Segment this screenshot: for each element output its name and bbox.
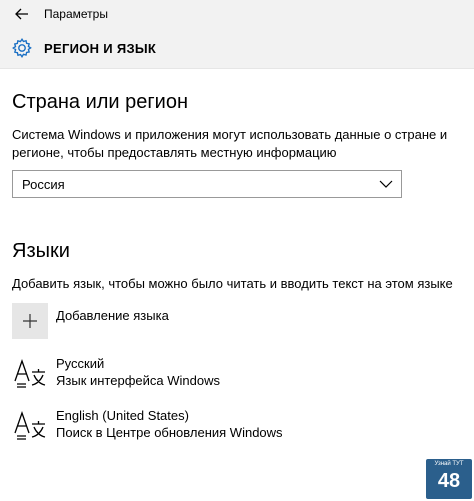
add-language-button[interactable]: Добавление языка [12,303,462,339]
country-select[interactable]: Россия [12,170,402,198]
language-status: Поиск в Центре обновления Windows [56,425,283,440]
language-item-russian[interactable]: Русский Язык интерфейса Windows [12,355,462,391]
languages-description: Добавить язык, чтобы можно было читать и… [12,276,453,291]
language-status: Язык интерфейса Windows [56,373,220,388]
language-name: Русский [56,356,105,371]
language-item-english[interactable]: English (United States) Поиск в Центре о… [12,407,462,443]
page-header: РЕГИОН И ЯЗЫК [0,28,474,69]
back-button[interactable] [0,0,44,28]
gear-icon [12,38,32,58]
language-icon [14,411,46,440]
country-select-value: Россия [22,176,65,192]
watermark-number: 48 [437,470,461,492]
main-content: Страна или регион Система Windows и прил… [0,91,474,443]
watermark-text: Узнай ТУТ [434,461,464,467]
languages-heading: Языки [12,240,70,262]
watermark-logo: Узнай ТУТ 48 [426,459,472,499]
title-bar: Параметры [0,0,474,28]
language-icon [14,359,46,388]
window-title: Параметры [44,7,108,21]
chevron-down-icon [379,180,393,188]
country-description: Система Windows и приложения могут испол… [12,127,448,160]
language-name: English (United States) [56,408,189,423]
add-language-label: Добавление языка [56,307,169,323]
plus-icon [12,303,48,339]
arrow-left-icon [15,8,28,20]
country-heading: Страна или регион [12,91,189,113]
page-title: РЕГИОН И ЯЗЫК [44,40,157,56]
